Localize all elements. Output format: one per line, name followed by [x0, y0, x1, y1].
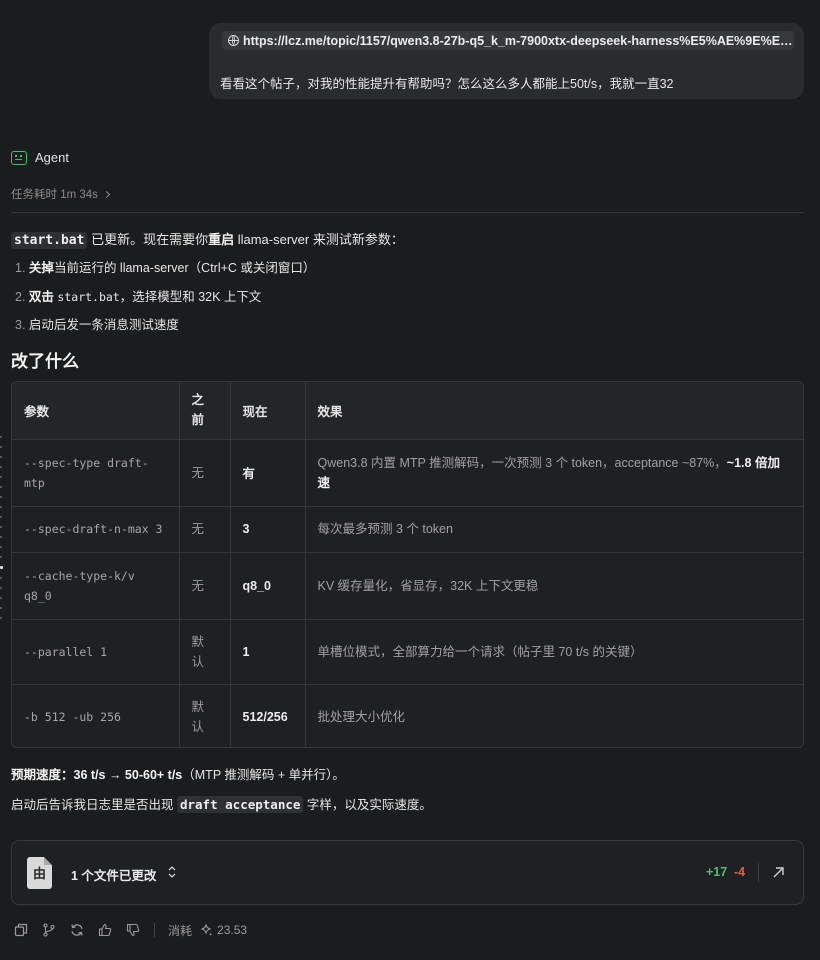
table-row: --parallel 1 默认 1 单槽位模式，全部算力给一个请求（帖子里 70… — [12, 619, 803, 685]
column-header: 效果 — [305, 382, 803, 440]
before-cell: 默认 — [179, 619, 231, 685]
branch-icon[interactable] — [42, 923, 56, 937]
column-header: 之前 — [179, 382, 231, 440]
consume-label: 消耗 — [168, 923, 193, 938]
param-cell: --cache-type-k/v q8_0 — [12, 552, 180, 620]
list-item: 1. 关掉当前运行的 llama-server（Ctrl+C 或关闭窗口） — [15, 259, 315, 288]
thumbs-down-icon[interactable] — [126, 923, 140, 937]
agent-header: Agent — [11, 150, 69, 165]
copy-icon[interactable] — [14, 923, 28, 937]
param-cell: --parallel 1 — [12, 619, 180, 685]
token-count: 23.53 — [217, 923, 248, 937]
table-row: --cache-type-k/v q8_0 无 q8_0 KV 缓存量化，省显存… — [12, 552, 803, 620]
task-duration-toggle[interactable]: 任务耗时 1m 34s — [11, 186, 111, 202]
step-text: 启动后发一条消息测试速度 — [28, 318, 179, 332]
inline-code: draft acceptance — [176, 796, 304, 813]
intro-text: 已更新。现在需要你 — [87, 232, 209, 247]
param-cell: -b 512 -ub 256 — [12, 684, 180, 747]
table-row: --spec-draft-n-max 3 无 3 每次最多预测 3 个 toke… — [12, 506, 803, 553]
param-cell: --spec-type draft-mtp — [12, 439, 180, 507]
step-text: 当前运行的 llama-server（Ctrl+C 或关闭窗口） — [53, 261, 316, 275]
step-bold: 关掉 — [28, 261, 54, 275]
divider — [11, 212, 804, 213]
user-message-bubble: https://lcz.me/topic/1157/qwen3.8-27b-q5… — [209, 23, 804, 99]
column-header: 现在 — [230, 382, 306, 440]
report-text: 启动后告诉我日志里是否出现 — [11, 798, 177, 812]
effect-cell: 单槽位模式，全部算力给一个请求（帖子里 70 t/s 的关键） — [305, 619, 803, 685]
intro-text: llama-server 来测试新参数： — [234, 232, 404, 247]
now-cell: 1 — [230, 619, 306, 685]
sparkle-icon — [201, 924, 213, 936]
now-cell: q8_0 — [230, 552, 306, 620]
params-table: 参数 之前 现在 效果 --spec-type draft-mtp 无 有 Qw… — [11, 381, 804, 748]
speed-value: 36 t/s → 50-60+ t/s — [73, 768, 183, 782]
message-actions: 消耗 23.53 — [14, 921, 247, 939]
inline-code: start.bat — [57, 289, 120, 304]
before-cell: 无 — [179, 552, 231, 620]
refresh-icon[interactable] — [70, 923, 84, 937]
effect-cell: KV 缓存量化，省显存，32K 上下文更稳 — [305, 552, 803, 620]
divider — [154, 923, 155, 937]
effect-cell: 批处理大小优化 — [317, 709, 406, 724]
before-cell: 无 — [179, 439, 231, 507]
deletions-count: -4 — [734, 865, 746, 879]
table-row: --spec-type draft-mtp 无 有 Qwen3.8 内置 MTP… — [12, 439, 803, 507]
chevron-right-icon — [103, 190, 111, 199]
expected-speed: 预期速度：36 t/s → 50-60+ t/s（MTP 推测解码 + 单并行）… — [11, 764, 345, 783]
table-row: -b 512 -ub 256 默认 512/256 批处理大小优化 — [12, 684, 803, 747]
step-bold: 双击 — [28, 289, 54, 304]
effect-text: Qwen3.8 内置 MTP 推测解码，一次预测 3 个 token，accep… — [317, 455, 727, 470]
table-header-row: 参数 之前 现在 效果 — [12, 382, 803, 440]
step-text: ，选择模型和 32K 上下文 — [119, 289, 262, 304]
before-cell: 无 — [179, 506, 231, 553]
step-number: 2. — [15, 289, 26, 304]
effect-cell: 每次最多预测 3 个 token — [305, 506, 803, 553]
list-item: 2. 双击 start.bat，选择模型和 32K 上下文 — [15, 288, 315, 317]
step-number: 1. — [15, 261, 26, 275]
report-text: 字样，以及实际速度。 — [303, 798, 432, 812]
report-instructions: 启动后告诉我日志里是否出现 draft acceptance 字样，以及实际速度… — [11, 794, 432, 813]
now-cell: 有 — [230, 439, 306, 507]
effect-cell: Qwen3.8 内置 MTP 推测解码，一次预测 3 个 token，accep… — [305, 439, 803, 507]
speed-label: 预期速度： — [11, 768, 74, 782]
column-header: 参数 — [12, 382, 180, 440]
file-icon: 由 — [27, 857, 52, 889]
agent-name: Agent — [35, 150, 69, 165]
file-changes-card[interactable]: 由 1 个文件已更改 +17 -4 — [11, 840, 804, 905]
steps-list: 1. 关掉当前运行的 llama-server（Ctrl+C 或关闭窗口） 2.… — [15, 259, 315, 345]
additions-count: +17 — [706, 865, 728, 879]
user-message-text: 看看这个帖子，对我的性能提升有帮助吗？怎么这么多人都能上50t/s，我就一直32 — [220, 77, 674, 91]
file-changes-label[interactable]: 1 个文件已更改 — [71, 865, 156, 884]
param-cell: --spec-draft-n-max 3 — [12, 506, 180, 553]
divider — [758, 863, 759, 882]
scroll-indicator[interactable] — [0, 436, 3, 627]
url-text[interactable]: https://lcz.me/topic/1157/qwen3.8-27b-q5… — [243, 34, 794, 48]
intro-bold: 重启 — [208, 232, 235, 247]
file-icon-glyph: 由 — [32, 867, 46, 882]
agent-icon — [11, 150, 27, 165]
list-item: 3. 启动后发一条消息测试速度 — [15, 316, 315, 345]
globe-icon — [228, 35, 239, 46]
arrow-up-right-icon[interactable] — [772, 866, 785, 879]
speed-note: （MTP 推测解码 + 单并行）。 — [182, 768, 345, 782]
now-cell: 3 — [230, 506, 306, 553]
thumbs-up-icon[interactable] — [98, 923, 112, 937]
chevron-up-down-icon[interactable] — [167, 865, 177, 879]
intro-paragraph: start.bat 已更新。现在需要你重启 llama-server 来测试新参… — [11, 229, 404, 249]
now-cell: 512/256 — [230, 684, 306, 747]
inline-code: start.bat — [11, 232, 88, 249]
before-cell: 默认 — [179, 684, 231, 747]
step-number: 3. — [15, 318, 26, 332]
task-duration-text: 任务耗时 1m 34s — [11, 189, 98, 201]
url-chip[interactable]: https://lcz.me/topic/1157/qwen3.8-27b-q5… — [222, 31, 794, 50]
section-title: 改了什么 — [11, 352, 79, 371]
